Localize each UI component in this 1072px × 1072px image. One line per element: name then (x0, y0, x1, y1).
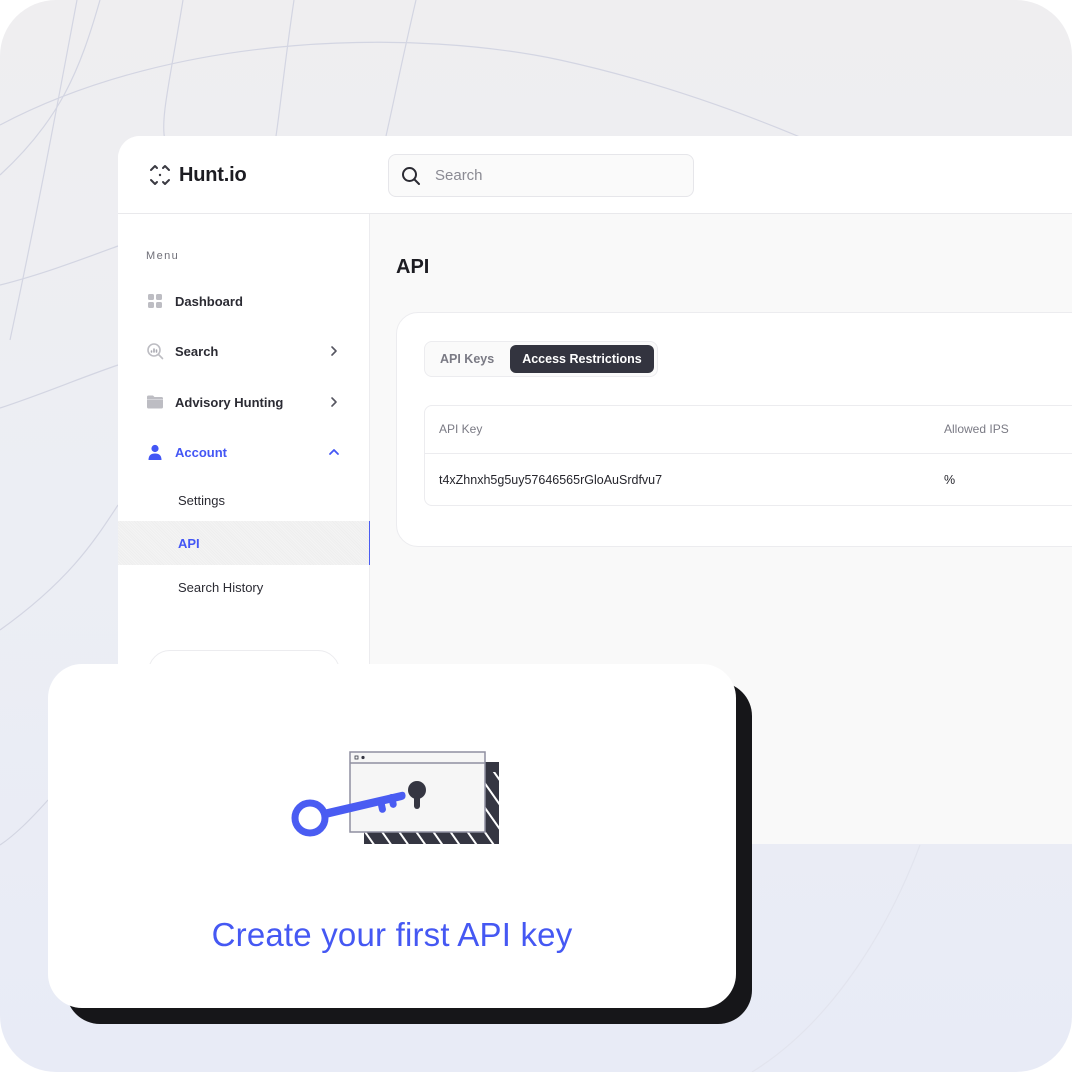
dashboard-grid-icon (146, 292, 164, 310)
sidebar-item-label: Advisory Hunting (175, 394, 284, 410)
chevron-right-icon (331, 397, 337, 407)
sidebar-subitem-label: API (178, 535, 200, 551)
sidebar-item-search[interactable]: Search (118, 331, 370, 371)
column-header-allowed-ips: Allowed IPS (944, 422, 1009, 436)
bg-line (0, 799, 49, 846)
sidebar-item-label: Search (175, 343, 219, 359)
tab-group: API Keys Access Restrictions (424, 341, 658, 377)
bg-line (385, 0, 417, 137)
chevron-up-icon (329, 449, 339, 455)
window-dot (361, 755, 365, 760)
search-input[interactable] (435, 167, 655, 184)
sidebar-item-account[interactable]: Account (118, 432, 370, 472)
search-box[interactable] (388, 154, 694, 197)
logo[interactable]: Hunt.io (148, 163, 247, 187)
sidebar-subitem-label: Search History (178, 579, 264, 595)
sidebar-subitem-settings[interactable]: Settings (118, 478, 370, 522)
api-key-value: t4xZhnxh5g5uy57646565rGloAuSrdfvu7 (439, 473, 663, 487)
sidebar-item-advisory-hunting[interactable]: Advisory Hunting (118, 382, 370, 422)
bg-line (0, 364, 119, 409)
bg-line (275, 0, 295, 137)
sidebar-subitem-label: Settings (178, 492, 225, 508)
page-title: API (396, 256, 430, 278)
sidebar-item-label: Account (175, 444, 227, 460)
folder-icon (146, 393, 164, 411)
crosshair-arrows-icon (150, 165, 170, 185)
background-frame: Hunt.io Menu Dashboard (0, 0, 1072, 1072)
search-analytics-icon (146, 342, 164, 360)
user-icon (146, 443, 164, 461)
key-and-keyhole-window-illustration (291, 751, 499, 844)
sidebar-subitem-search-history[interactable]: Search History (118, 565, 370, 609)
create-first-api-key-link[interactable]: Create your first API key (48, 916, 736, 954)
top-bar: Hunt.io (118, 136, 1072, 214)
search-icon (402, 166, 420, 185)
bg-line (0, 504, 119, 631)
bg-line (0, 245, 119, 286)
table-row[interactable]: t4xZhnxh5g5uy57646565rGloAuSrdfvu7 % (425, 455, 1072, 505)
access-restrictions-table: API Key Allowed IPS t4xZhnxh5g5uy5764656… (424, 405, 1072, 506)
column-header-api-key: API Key (439, 422, 483, 436)
menu-label: Menu (146, 250, 180, 262)
api-card: API Keys Access Restrictions API Key All… (396, 312, 1072, 547)
sidebar-subitem-api[interactable]: API (118, 521, 371, 565)
bg-line (9, 0, 78, 341)
chevron-right-icon (331, 346, 337, 356)
tab-api-keys[interactable]: API Keys (428, 345, 506, 373)
tab-access-restrictions[interactable]: Access Restrictions (510, 345, 654, 373)
create-api-key-card[interactable]: Create your first API key (48, 664, 736, 1008)
sidebar-item-dashboard[interactable]: Dashboard (118, 281, 370, 321)
sidebar-item-label: Dashboard (175, 293, 243, 309)
bg-line (751, 844, 921, 1072)
table-header: API Key Allowed IPS (425, 406, 1072, 454)
logo-text: Hunt.io (179, 163, 247, 186)
allowed-ips-value: % (944, 473, 956, 487)
bg-line (163, 0, 184, 141)
